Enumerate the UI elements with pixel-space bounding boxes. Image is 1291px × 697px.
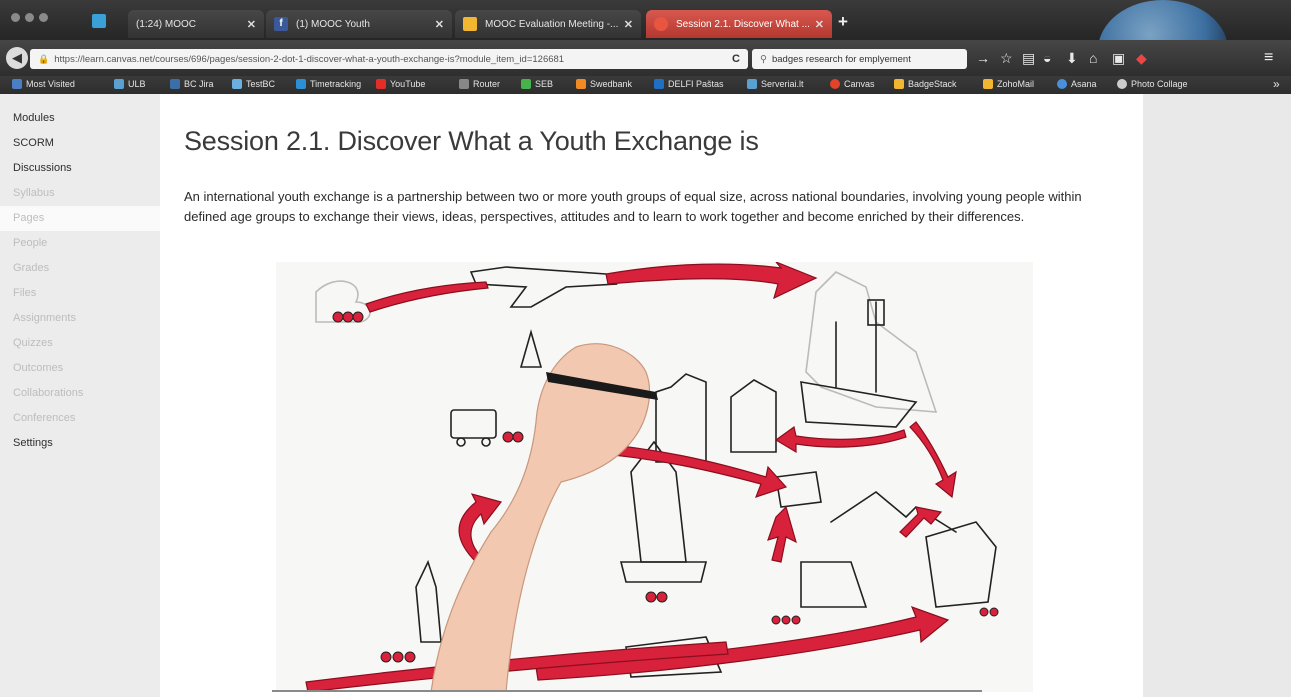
canvas-icon [830, 79, 840, 89]
right-gutter [1143, 94, 1291, 697]
bookmark-icon [894, 79, 904, 89]
page-area: Modules SCORM Discussions Syllabus Pages… [0, 94, 1291, 697]
sidebar-item-syllabus[interactable]: Syllabus [0, 181, 160, 206]
tab-label: MOOC Evaluation Meeting -... [485, 18, 618, 30]
sidebar-item-conferences[interactable]: Conferences [0, 406, 160, 431]
download-icon[interactable]: ⬇ [1066, 50, 1078, 67]
pinned-tab-icon[interactable] [92, 14, 106, 28]
youtube-icon [376, 79, 386, 89]
bookmark-icon [170, 79, 180, 89]
pocket-icon[interactable]: ◒ [1043, 50, 1051, 66]
bookmark-item[interactable]: SEB [521, 79, 553, 89]
youth-exchange-sketch [305, 262, 999, 692]
tab-active[interactable]: Session 2.1. Discover What ... ✕ [646, 10, 832, 38]
reload-icon[interactable]: C [732, 53, 740, 65]
bookmark-icon [983, 79, 993, 89]
bookmark-icon [654, 79, 664, 89]
bookmark-icon [459, 79, 469, 89]
window-zoom-dot[interactable] [39, 13, 48, 22]
sidebar-item-collaborations[interactable]: Collaborations [0, 381, 160, 406]
video-progress-line [272, 690, 982, 692]
home-icon[interactable]: ⌂ [1089, 50, 1097, 66]
sidebar-item-assignments[interactable]: Assignments [0, 306, 160, 331]
sidebar-item-grades[interactable]: Grades [0, 256, 160, 281]
navigation-toolbar: ◀ 🔒 https://learn.canvas.net/courses/696… [0, 40, 1291, 76]
bookmark-icon [576, 79, 586, 89]
bookmark-item[interactable]: ZohoMail [983, 79, 1034, 89]
bookmark-icon [232, 79, 242, 89]
tab-label: (1:24) MOOC [136, 18, 197, 30]
sidebar-item-outcomes[interactable]: Outcomes [0, 356, 160, 381]
search-query: badges research for emplyement [771, 53, 911, 65]
tab-2[interactable]: f (1) MOOC Youth ✕ [266, 10, 452, 38]
sidebar-item-quizzes[interactable]: Quizzes [0, 331, 160, 356]
facebook-icon: f [274, 17, 288, 31]
page-title: Session 2.1. Discover What a Youth Excha… [184, 126, 759, 156]
bookmark-item[interactable]: Router [459, 79, 500, 89]
search-input[interactable]: ⚲ badges research for emplyement [752, 49, 967, 69]
bookmark-item[interactable]: Canvas [830, 79, 875, 89]
tab-label: (1) MOOC Youth [296, 18, 370, 30]
search-icon: ⚲ [760, 53, 767, 65]
illustration-video[interactable] [276, 262, 1033, 692]
close-icon[interactable]: ✕ [624, 18, 633, 31]
url-text: https://learn.canvas.net/courses/696/pag… [54, 53, 565, 65]
new-tab-button[interactable]: + [838, 12, 848, 32]
bookmark-icon [747, 79, 757, 89]
browser-tab-bar: (1:24) MOOC ✕ f (1) MOOC Youth ✕ MOOC Ev… [0, 0, 1291, 100]
bookmark-item[interactable]: ULB [114, 79, 146, 89]
bookmarks-bar: Most Visited ULB BC Jira TestBC Timetrac… [0, 76, 1291, 94]
addon-icon[interactable]: ◆ [1136, 50, 1147, 67]
folder-icon [12, 79, 22, 89]
page-content: Session 2.1. Discover What a Youth Excha… [160, 94, 1143, 697]
tab-3[interactable]: MOOC Evaluation Meeting -... ✕ [455, 10, 641, 38]
sidebar-item-pages[interactable]: Pages [0, 206, 160, 231]
close-icon[interactable]: ✕ [247, 18, 256, 31]
menu-icon[interactable]: ≡ [1264, 49, 1273, 67]
bookmark-item[interactable]: BC Jira [170, 79, 214, 89]
canvas-icon [654, 17, 668, 31]
bookmark-icon [114, 79, 124, 89]
tab-label: Session 2.1. Discover What ... [676, 18, 809, 30]
bookmark-icon [296, 79, 306, 89]
bookmark-item[interactable]: Photo Collage [1117, 79, 1188, 89]
bookmark-item[interactable]: TestBC [232, 79, 275, 89]
lock-icon: 🔒 [38, 53, 50, 64]
bookmark-item[interactable]: YouTube [376, 79, 425, 89]
close-icon[interactable]: ✕ [815, 18, 824, 31]
sidebar-item-files[interactable]: Files [0, 281, 160, 306]
tab-1[interactable]: (1:24) MOOC ✕ [128, 10, 264, 38]
bookmark-item[interactable]: Timetracking [296, 79, 361, 89]
intro-paragraph: An international youth exchange is a par… [184, 189, 1082, 224]
bookmark-item[interactable]: Most Visited [12, 79, 75, 89]
bookmark-item[interactable]: Swedbank [576, 79, 632, 89]
extension-icon[interactable]: ▣ [1112, 50, 1125, 67]
sidebar-item-modules[interactable]: Modules [0, 106, 160, 131]
reading-list-icon[interactable]: ▤ [1022, 50, 1035, 67]
window-close-dot[interactable] [11, 13, 20, 22]
sidebar-item-people[interactable]: People [0, 231, 160, 256]
bookmark-item[interactable]: DELFI Paštas [654, 79, 724, 89]
sidebar-item-scorm[interactable]: SCORM [0, 131, 160, 156]
star-icon[interactable]: ☆ [1000, 50, 1013, 67]
bookmark-icon [521, 79, 531, 89]
bookmark-item[interactable]: BadgeStack [894, 79, 957, 89]
course-navigation: Modules SCORM Discussions Syllabus Pages… [0, 106, 160, 456]
sidebar-item-settings[interactable]: Settings [0, 431, 160, 456]
url-bar[interactable]: 🔒 https://learn.canvas.net/courses/696/p… [30, 49, 748, 69]
calendar-icon [463, 17, 477, 31]
bookmark-item[interactable]: Asana [1057, 79, 1097, 89]
sidebar-item-discussions[interactable]: Discussions [0, 156, 160, 181]
go-arrow-icon[interactable]: → [976, 50, 990, 66]
bookmark-item[interactable]: Serveriai.lt [747, 79, 804, 89]
back-button[interactable]: ◀ [6, 47, 28, 69]
bookmark-icon [1117, 79, 1127, 89]
window-minimize-dot[interactable] [25, 13, 34, 22]
close-icon[interactable]: ✕ [435, 18, 444, 31]
bookmarks-overflow-button[interactable]: » [1273, 77, 1280, 91]
bookmark-icon [1057, 79, 1067, 89]
